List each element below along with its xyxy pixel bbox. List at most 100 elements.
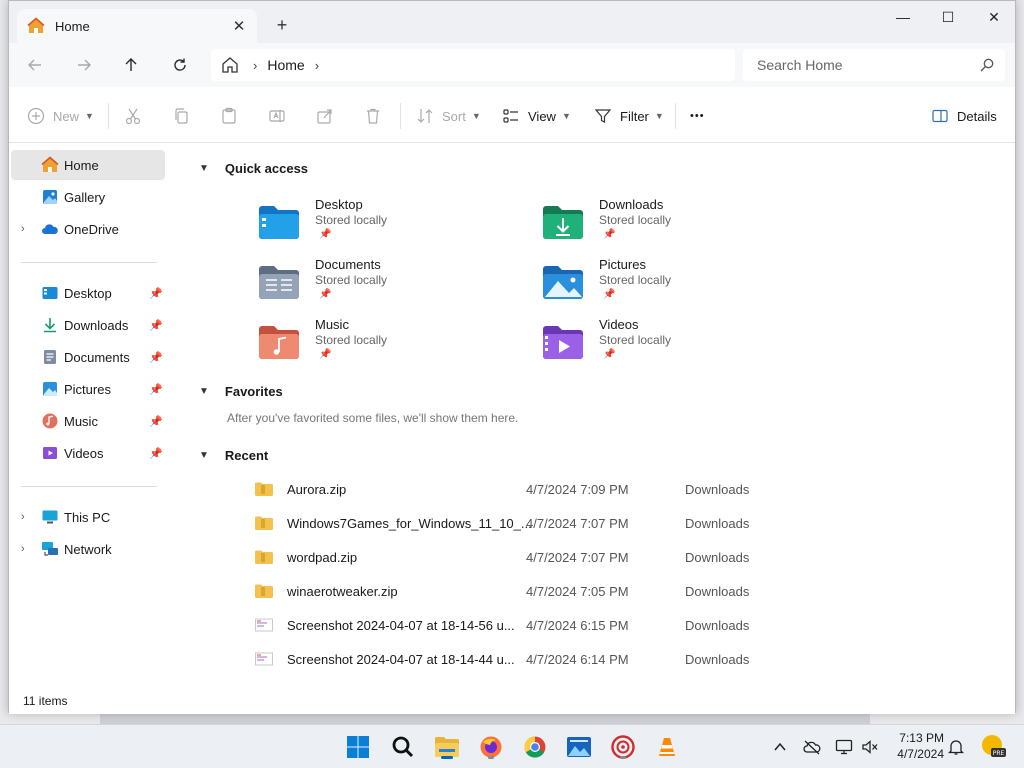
- copy-button[interactable]: [172, 103, 190, 129]
- taskbar-photos[interactable]: [565, 733, 593, 761]
- item-count: 11 items: [23, 694, 68, 708]
- details-button[interactable]: Details: [931, 103, 997, 129]
- quick-access-pictures[interactable]: Pictures Stored locally 📌: [541, 257, 801, 313]
- paste-button[interactable]: [220, 103, 238, 129]
- chevron-right-icon[interactable]: ›: [21, 543, 25, 555]
- quick-access-header[interactable]: ▼ Quick access: [199, 161, 308, 176]
- gallery-icon: [43, 190, 57, 204]
- zip-folder-icon: [255, 482, 273, 496]
- bell-icon: [948, 740, 964, 755]
- taskbar-firefox[interactable]: [477, 733, 505, 761]
- navigation-bar: › Home › Search Home: [9, 43, 1015, 87]
- pin-icon[interactable]: 📌: [149, 383, 163, 396]
- pictures-folder-icon: [543, 266, 583, 299]
- sidebar-item-downloads[interactable]: Downloads 📌: [11, 310, 165, 340]
- file-date: 4/7/2024 7:05 PM: [526, 583, 629, 599]
- recent-file-row[interactable]: Screenshot 2024-04-07 at 18-14-56 u... 4…: [255, 614, 775, 636]
- recent-file-row[interactable]: wordpad.zip 4/7/2024 7:07 PM Downloads: [255, 546, 775, 568]
- close-tab-icon[interactable]: ✕: [231, 18, 247, 35]
- chevron-right-icon[interactable]: ›: [315, 58, 319, 73]
- sidebar-item-documents[interactable]: Documents 📌: [11, 342, 165, 372]
- search-input[interactable]: Search Home: [743, 49, 1005, 81]
- pin-icon[interactable]: 📌: [149, 287, 163, 300]
- recent-file-row[interactable]: Windows7Games_for_Windows_11_10_... 4/7/…: [255, 512, 775, 534]
- sort-button[interactable]: Sort ▼: [416, 103, 481, 129]
- close-window-button[interactable]: ✕: [971, 1, 1017, 33]
- start-button[interactable]: [344, 733, 372, 761]
- sidebar-item-this-pc[interactable]: › This PC: [11, 502, 165, 532]
- view-label: View: [528, 108, 556, 124]
- notifications-button[interactable]: [946, 737, 966, 757]
- rename-button[interactable]: [268, 103, 286, 129]
- sidebar-item-desktop[interactable]: Desktop 📌: [11, 278, 165, 308]
- chevron-down-icon[interactable]: ▼: [199, 450, 209, 461]
- forward-button[interactable]: [70, 53, 98, 77]
- scissors-icon: [125, 108, 141, 125]
- address-bar[interactable]: › Home ›: [211, 49, 735, 81]
- quick-access-music[interactable]: Music Stored locally 📌: [257, 317, 517, 373]
- quick-access-documents[interactable]: Documents Stored locally 📌: [257, 257, 517, 313]
- cut-button[interactable]: [124, 103, 142, 129]
- view-button[interactable]: View ▼: [502, 103, 571, 129]
- share-button[interactable]: [316, 103, 334, 129]
- taskbar-chrome[interactable]: [521, 733, 549, 761]
- recent-file-row[interactable]: winaerotweaker.zip 4/7/2024 7:05 PM Down…: [255, 580, 775, 602]
- sidebar-item-videos[interactable]: Videos 📌: [11, 438, 165, 468]
- volume-tray-button[interactable]: [860, 737, 880, 757]
- insider-preview-button[interactable]: PRE: [980, 733, 1006, 759]
- taskbar-search-button[interactable]: [389, 733, 417, 761]
- breadcrumb-home[interactable]: Home: [267, 57, 304, 73]
- chevron-right-icon[interactable]: ›: [21, 511, 25, 523]
- sidebar-item-label: Videos: [64, 445, 104, 461]
- sidebar-item-pictures[interactable]: Pictures 📌: [11, 374, 165, 404]
- show-hidden-icons-button[interactable]: [770, 737, 790, 757]
- folder-name: Videos: [599, 317, 639, 332]
- folder-name: Music: [315, 317, 349, 332]
- quick-access-downloads[interactable]: Downloads Stored locally 📌: [541, 197, 801, 253]
- pin-icon[interactable]: 📌: [149, 351, 163, 364]
- music-icon: [42, 413, 58, 429]
- filter-button[interactable]: Filter ▼: [594, 103, 664, 129]
- sidebar-item-onedrive[interactable]: › OneDrive: [11, 214, 165, 244]
- refresh-icon: [174, 58, 186, 71]
- taskbar-clock[interactable]: 7:13 PM 4/7/2024: [884, 730, 944, 762]
- delete-button[interactable]: [364, 103, 382, 129]
- chevron-down-icon[interactable]: ▼: [199, 163, 209, 174]
- this-pc-icon: [42, 510, 58, 524]
- onedrive-tray-button[interactable]: [802, 737, 822, 757]
- taskbar-media-app[interactable]: [609, 733, 637, 761]
- pin-icon[interactable]: 📌: [149, 447, 163, 460]
- recent-file-row[interactable]: Screenshot 2024-04-07 at 18-14-44 u... 4…: [255, 648, 775, 670]
- sidebar-item-home[interactable]: Home: [11, 150, 165, 180]
- details-label: Details: [957, 108, 997, 124]
- network-tray-button[interactable]: [834, 737, 854, 757]
- refresh-button[interactable]: [166, 53, 194, 77]
- chevron-right-icon[interactable]: ›: [21, 223, 25, 235]
- tab-home[interactable]: Home ✕: [17, 9, 257, 43]
- favorites-header[interactable]: ▼ Favorites: [199, 384, 283, 399]
- trash-icon: [367, 108, 379, 124]
- taskbar-file-explorer[interactable]: [433, 733, 461, 761]
- recent-header[interactable]: ▼ Recent: [199, 448, 268, 463]
- sidebar-item-gallery[interactable]: Gallery: [11, 182, 165, 212]
- see-more-button[interactable]: •••: [690, 103, 705, 129]
- quick-access-desktop[interactable]: Desktop Stored locally 📌: [257, 197, 517, 253]
- back-button[interactable]: [21, 53, 49, 77]
- pin-icon[interactable]: 📌: [149, 319, 163, 332]
- up-button[interactable]: [117, 53, 145, 77]
- minimize-button[interactable]: —: [880, 1, 926, 33]
- home-outline-icon: [222, 57, 238, 73]
- sort-label: Sort: [442, 108, 466, 124]
- command-bar: New ▼ Sort ▼ View ▼ Filter ▼ ••• Details: [9, 87, 1015, 143]
- recent-file-row[interactable]: Aurora.zip 4/7/2024 7:09 PM Downloads: [255, 478, 775, 500]
- sidebar-item-network[interactable]: › Network: [11, 534, 165, 564]
- quick-access-videos[interactable]: Videos Stored locally 📌: [541, 317, 801, 373]
- taskbar-vlc[interactable]: [653, 733, 681, 761]
- favorites-empty-message: After you've favorited some files, we'll…: [227, 411, 519, 425]
- chevron-down-icon[interactable]: ▼: [199, 386, 209, 397]
- pin-icon[interactable]: 📌: [149, 415, 163, 428]
- new-button[interactable]: New ▼: [27, 103, 94, 129]
- new-tab-button[interactable]: +: [271, 14, 293, 36]
- sidebar-item-music[interactable]: Music 📌: [11, 406, 165, 436]
- maximize-button[interactable]: ☐: [925, 1, 971, 33]
